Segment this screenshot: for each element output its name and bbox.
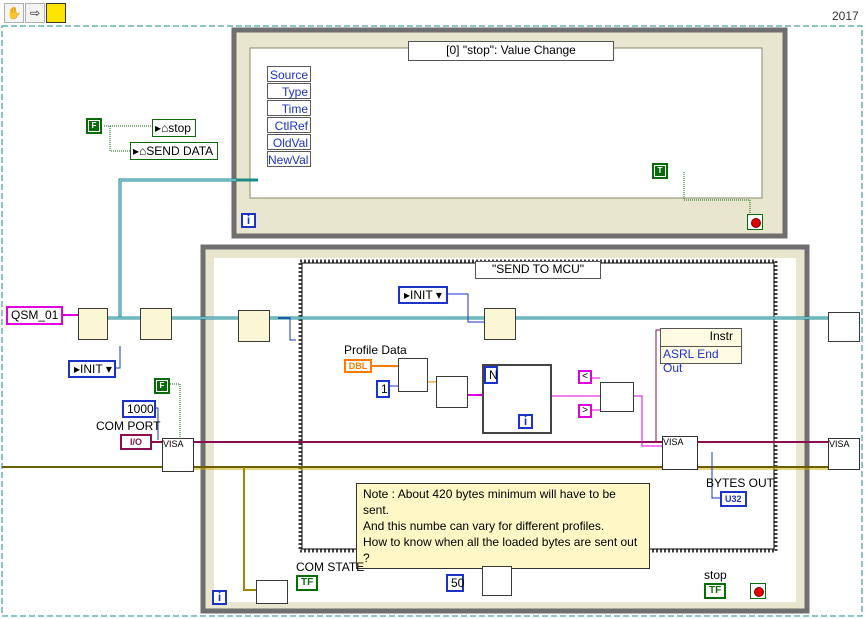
profile-data-label: Profile Data — [344, 343, 407, 357]
stop-local-variable[interactable]: ▸⌂stop — [152, 119, 196, 137]
for-loop-count: N — [484, 366, 498, 384]
event-field-oldval: OldVal — [267, 134, 311, 150]
event-iteration-terminal: i — [241, 213, 256, 228]
profile-data-control[interactable]: DBL — [344, 359, 372, 373]
unbundle-error-icon[interactable] — [256, 580, 288, 604]
lt-constant[interactable]: < — [578, 370, 592, 384]
wait-constant[interactable]: 50 — [446, 574, 464, 592]
diagram-note: Note : About 420 bytes minimum will have… — [356, 483, 650, 569]
timeout-constant[interactable]: 1000 — [122, 400, 156, 418]
obtain-queue-icon[interactable] — [78, 308, 108, 340]
for-loop-i: i — [518, 414, 533, 429]
event-field-ctlref: CtlRef — [267, 117, 311, 133]
visa-write-icon[interactable]: VISA — [662, 436, 698, 470]
event-field-time: Time — [267, 100, 311, 116]
com-port-control[interactable]: I/O — [120, 434, 152, 450]
index-array-icon[interactable] — [398, 358, 428, 392]
visa-close-icon[interactable]: VISA — [828, 438, 860, 470]
bytes-out-label: BYTES OUT — [706, 476, 775, 490]
enqueue-element-icon[interactable] — [140, 308, 172, 340]
loop-stop-terminal — [750, 583, 766, 599]
qsm-name-constant[interactable]: QSM_01 — [6, 306, 64, 325]
property-asrl-end-out: ASRL End Out — [663, 347, 719, 375]
number-to-string-icon[interactable] — [436, 376, 468, 408]
event-structure-inner — [249, 47, 763, 199]
enqueue-inner-icon[interactable] — [484, 308, 516, 340]
false-constant[interactable]: F — [86, 118, 102, 134]
true-constant[interactable]: T — [652, 163, 668, 179]
release-queue-icon[interactable] — [828, 312, 860, 342]
event-field-newval: NewVal — [267, 151, 311, 167]
block-diagram: ✋ ⇨ 2017 [0] "stop": Value Change i Sour… — [0, 0, 865, 619]
event-case-selector[interactable]: [0] "stop": Value Change — [408, 41, 614, 61]
visa-configure-serial-icon[interactable]: VISA — [162, 438, 194, 472]
stop-label: stop — [704, 568, 727, 582]
dequeue-element-icon[interactable] — [238, 310, 270, 342]
index-constant[interactable]: 1 — [376, 380, 390, 398]
while-loop-i: i — [212, 590, 227, 605]
init-enum-constant[interactable]: ▸INIT ▾ — [68, 360, 116, 378]
stop-button-terminal[interactable]: TF — [704, 583, 727, 599]
init-enum-inner-constant[interactable]: ▸INIT ▾ — [398, 286, 448, 304]
wait-ms-icon[interactable] — [482, 566, 512, 596]
false-constant-serial[interactable]: F — [154, 378, 170, 394]
com-state-indicator: TF — [296, 575, 319, 591]
event-field-source: Source — [267, 66, 311, 82]
com-state-label: COM STATE — [296, 560, 365, 574]
property-node[interactable]: Instr ASRL End Out — [660, 328, 742, 375]
case-selector[interactable]: "SEND TO MCU" — [475, 261, 601, 279]
gt-constant[interactable]: > — [578, 404, 592, 418]
event-field-type: Type — [267, 83, 311, 99]
send-data-local-variable[interactable]: ▸⌂SEND DATA — [130, 142, 219, 160]
event-stop-terminal — [747, 214, 763, 230]
bytes-out-indicator: U32 — [720, 491, 747, 507]
com-port-label: COM PORT — [96, 419, 161, 433]
concatenate-strings-icon[interactable] — [600, 382, 634, 412]
property-class: Instr — [661, 329, 741, 347]
